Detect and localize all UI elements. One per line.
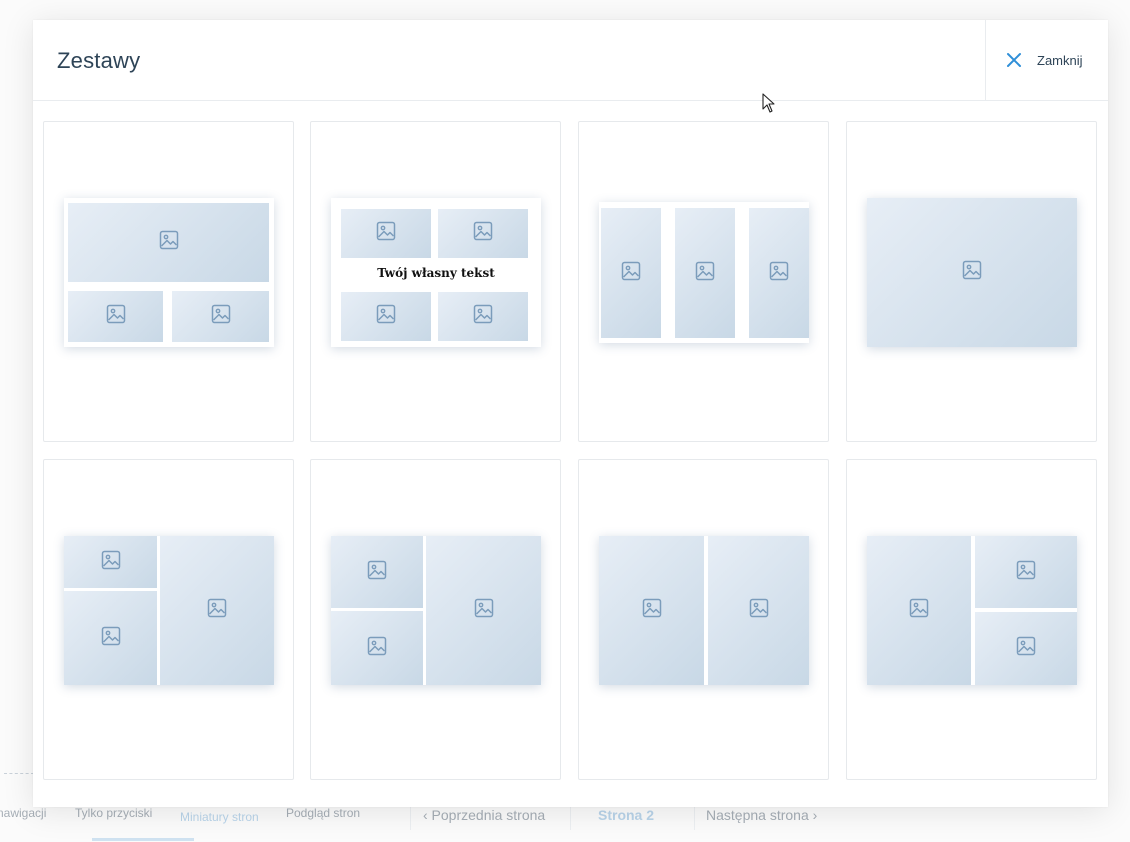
photo-placeholder	[975, 536, 1077, 608]
template-preview	[331, 536, 541, 685]
background-next-page: Następna strona ›	[706, 807, 818, 823]
background-prev-page: ‹ Poprzednia strona	[423, 807, 546, 823]
close-label: Zamknij	[1037, 53, 1083, 68]
image-icon	[474, 598, 494, 623]
template-preview	[599, 202, 809, 343]
modal-title: Zestawy	[57, 48, 141, 73]
image-icon	[642, 598, 662, 623]
image-icon	[159, 230, 179, 255]
photo-placeholder	[867, 198, 1077, 347]
image-icon	[376, 304, 396, 329]
template-preview	[867, 536, 1077, 685]
template-preview	[64, 198, 274, 347]
photo-placeholder	[708, 536, 809, 685]
template-card-three-vertical[interactable]	[578, 121, 829, 442]
image-icon	[1016, 560, 1036, 585]
image-icon	[367, 636, 387, 661]
background-active-tab-underline	[92, 838, 194, 841]
photo-placeholder	[438, 209, 528, 258]
image-icon	[101, 550, 121, 575]
image-icon	[621, 261, 641, 286]
mouse-cursor-icon	[762, 93, 775, 113]
photo-placeholder	[172, 291, 269, 342]
image-icon	[367, 560, 387, 585]
image-icon	[376, 221, 396, 246]
photo-placeholder	[64, 591, 157, 685]
image-icon	[962, 260, 982, 285]
image-icon	[473, 304, 493, 329]
sets-modal: Zestawy Zamknij Twój własny tekst	[33, 20, 1108, 807]
close-icon	[1007, 53, 1021, 67]
photo-placeholder	[68, 291, 163, 342]
photo-placeholder	[438, 292, 528, 341]
image-icon	[106, 304, 126, 329]
template-preview: Twój własny tekst	[331, 198, 541, 347]
image-icon	[749, 598, 769, 623]
background-tab-page-preview: Podgląd stron	[286, 806, 361, 820]
template-preview	[599, 536, 809, 685]
photo-placeholder	[601, 208, 661, 338]
image-icon	[909, 598, 929, 623]
photo-placeholder	[341, 292, 431, 341]
image-icon	[101, 626, 121, 651]
image-icon	[473, 221, 493, 246]
photo-placeholder	[675, 208, 735, 338]
photo-placeholder	[331, 536, 423, 608]
photo-placeholder	[331, 611, 423, 685]
image-icon	[207, 598, 227, 623]
background-nav-label: nawigacji	[0, 806, 47, 820]
close-button[interactable]: Zamknij	[985, 20, 1108, 100]
template-card-two-left-stack-one-right-alt[interactable]	[310, 459, 561, 780]
photo-placeholder	[160, 536, 274, 685]
photo-placeholder	[341, 209, 431, 258]
image-icon	[211, 304, 231, 329]
photo-placeholder	[68, 203, 269, 282]
photo-placeholder	[64, 536, 157, 588]
template-card-one-left-two-right-stack[interactable]	[846, 459, 1097, 780]
template-preview	[867, 198, 1077, 347]
template-preview	[64, 536, 274, 685]
template-card-two-left-stack-one-right[interactable]	[43, 459, 294, 780]
background-tab-buttons-only: Tylko przyciski	[75, 806, 153, 820]
photo-placeholder	[599, 536, 704, 685]
background-tab-thumbnails: Miniatury stron	[180, 810, 259, 824]
template-card-four-photos-with-text[interactable]: Twój własny tekst	[310, 121, 561, 442]
photo-placeholder	[867, 536, 971, 685]
background-divider	[4, 773, 34, 774]
template-card-two-vertical[interactable]	[578, 459, 829, 780]
custom-text-label: Twój własny tekst	[377, 266, 495, 280]
photo-placeholder	[975, 612, 1077, 685]
template-card-one-large-top-two-bottom[interactable]	[43, 121, 294, 442]
image-icon	[695, 261, 715, 286]
template-card-single-photo[interactable]	[846, 121, 1097, 442]
image-icon	[769, 261, 789, 286]
background-current-page: Strona 2	[598, 807, 655, 823]
photo-placeholder	[426, 536, 541, 685]
modal-header: Zestawy Zamknij	[33, 20, 1108, 101]
photo-placeholder	[749, 208, 809, 338]
image-icon	[1016, 636, 1036, 661]
